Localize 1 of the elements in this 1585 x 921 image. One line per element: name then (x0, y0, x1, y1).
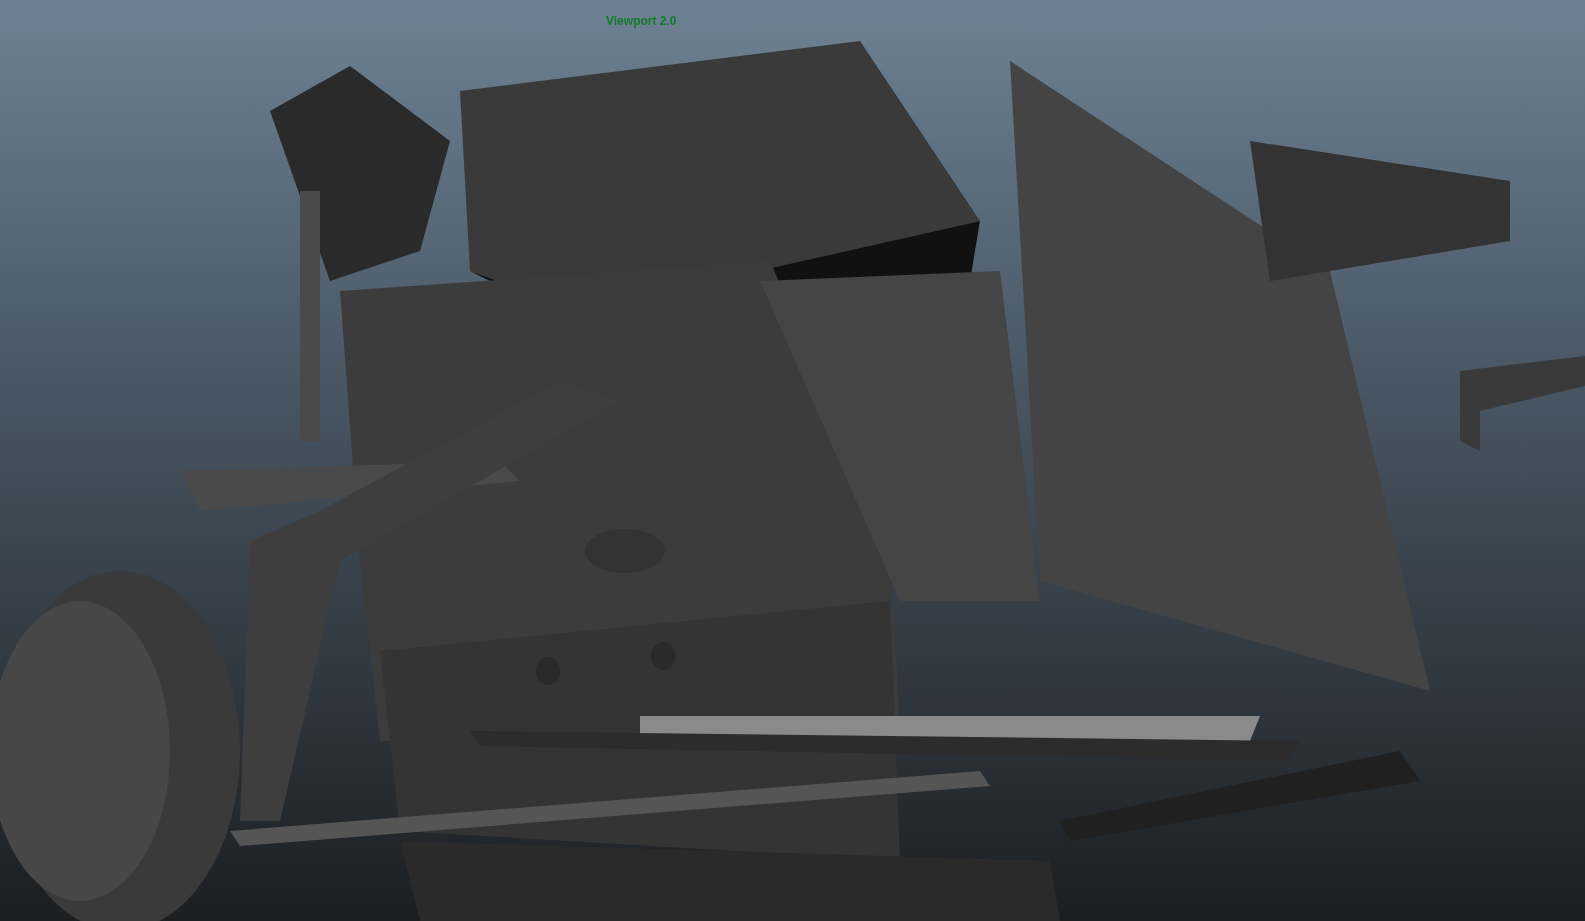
viewport-label: Viewport 2.0 (606, 13, 677, 28)
